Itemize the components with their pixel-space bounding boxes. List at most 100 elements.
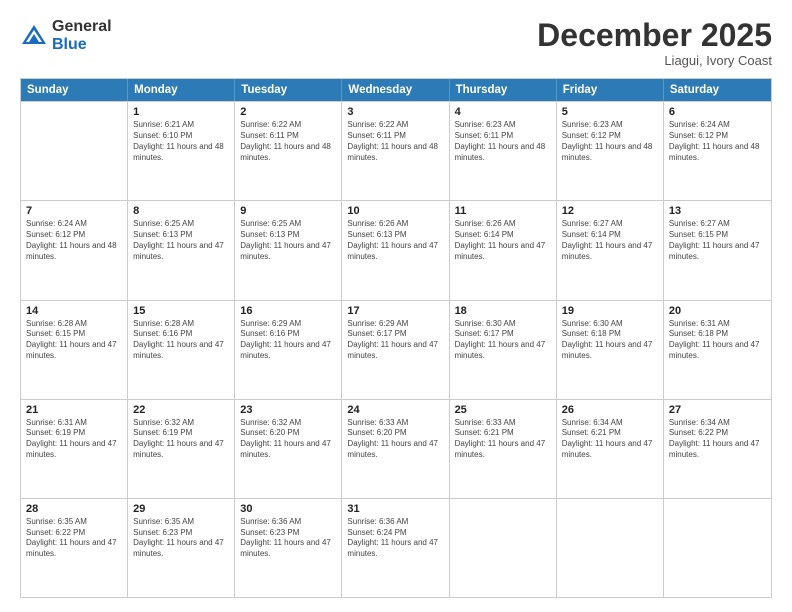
day-info: Sunrise: 6:32 AM Sunset: 6:19 PM Dayligh…: [133, 418, 229, 461]
day-number: 19: [562, 305, 658, 317]
day-number: 25: [455, 404, 551, 416]
day-number: 22: [133, 404, 229, 416]
calendar-week-1: 1 Sunrise: 6:21 AM Sunset: 6:10 PM Daylig…: [21, 101, 771, 200]
calendar-header-saturday: Saturday: [664, 79, 771, 101]
day-info: Sunrise: 6:27 AM Sunset: 6:14 PM Dayligh…: [562, 219, 658, 262]
day-number: 30: [240, 503, 336, 515]
day-info: Sunrise: 6:22 AM Sunset: 6:11 PM Dayligh…: [240, 120, 336, 163]
day-number: 11: [455, 205, 551, 217]
day-info: Sunrise: 6:28 AM Sunset: 6:15 PM Dayligh…: [26, 319, 122, 362]
day-info: Sunrise: 6:33 AM Sunset: 6:21 PM Dayligh…: [455, 418, 551, 461]
calendar-day-25: 25 Sunrise: 6:33 AM Sunset: 6:21 PM Dayli…: [450, 400, 557, 498]
calendar-day-8: 8Sunrise: 6:25 AM Sunset: 6:13 PM Daylig…: [128, 201, 235, 299]
calendar-day-19: 19Sunrise: 6:30 AM Sunset: 6:18 PM Dayli…: [557, 301, 664, 399]
calendar-week-5: 28Sunrise: 6:35 AM Sunset: 6:22 PM Dayli…: [21, 498, 771, 597]
day-number: 12: [562, 205, 658, 217]
calendar-day-30: 30 Sunrise: 6:36 AM Sunset: 6:23 PM Dayli…: [235, 499, 342, 597]
day-number: 1: [133, 106, 229, 118]
calendar-day-12: 12 Sunrise: 6:27 AM Sunset: 6:14 PM Dayli…: [557, 201, 664, 299]
calendar-header-tuesday: Tuesday: [235, 79, 342, 101]
calendar-day-empty: [21, 102, 128, 200]
day-info: Sunrise: 6:24 AM Sunset: 6:12 PM Dayligh…: [669, 120, 766, 163]
day-info: Sunrise: 6:35 AM Sunset: 6:23 PM Dayligh…: [133, 517, 229, 560]
logo-general: General: [52, 18, 112, 36]
calendar-day-2: 2 Sunrise: 6:22 AM Sunset: 6:11 PM Daylig…: [235, 102, 342, 200]
day-info: Sunrise: 6:31 AM Sunset: 6:18 PM Dayligh…: [669, 319, 766, 362]
day-info: Sunrise: 6:34 AM Sunset: 6:22 PM Dayligh…: [669, 418, 766, 461]
day-number: 5: [562, 106, 658, 118]
calendar-day-23: 23Sunrise: 6:32 AM Sunset: 6:20 PM Dayli…: [235, 400, 342, 498]
day-number: 28: [26, 503, 122, 515]
day-info: Sunrise: 6:29 AM Sunset: 6:17 PM Dayligh…: [347, 319, 443, 362]
day-info: Sunrise: 6:23 AM Sunset: 6:11 PM Dayligh…: [455, 120, 551, 163]
calendar-day-3: 3 Sunrise: 6:22 AM Sunset: 6:11 PM Daylig…: [342, 102, 449, 200]
calendar-day-1: 1 Sunrise: 6:21 AM Sunset: 6:10 PM Daylig…: [128, 102, 235, 200]
day-number: 14: [26, 305, 122, 317]
day-info: Sunrise: 6:33 AM Sunset: 6:20 PM Dayligh…: [347, 418, 443, 461]
day-number: 26: [562, 404, 658, 416]
calendar-day-27: 27 Sunrise: 6:34 AM Sunset: 6:22 PM Dayli…: [664, 400, 771, 498]
day-number: 6: [669, 106, 766, 118]
day-number: 18: [455, 305, 551, 317]
day-number: 3: [347, 106, 443, 118]
calendar-header-monday: Monday: [128, 79, 235, 101]
day-info: Sunrise: 6:23 AM Sunset: 6:12 PM Dayligh…: [562, 120, 658, 163]
day-info: Sunrise: 6:26 AM Sunset: 6:14 PM Dayligh…: [455, 219, 551, 262]
day-info: Sunrise: 6:30 AM Sunset: 6:17 PM Dayligh…: [455, 319, 551, 362]
day-number: 21: [26, 404, 122, 416]
day-info: Sunrise: 6:21 AM Sunset: 6:10 PM Dayligh…: [133, 120, 229, 163]
calendar-header-friday: Friday: [557, 79, 664, 101]
logo-text: General Blue: [52, 18, 112, 53]
calendar-week-2: 7Sunrise: 6:24 AM Sunset: 6:12 PM Daylig…: [21, 200, 771, 299]
calendar-day-11: 11 Sunrise: 6:26 AM Sunset: 6:14 PM Dayli…: [450, 201, 557, 299]
calendar-day-6: 6 Sunrise: 6:24 AM Sunset: 6:12 PM Daylig…: [664, 102, 771, 200]
day-info: Sunrise: 6:22 AM Sunset: 6:11 PM Dayligh…: [347, 120, 443, 163]
day-info: Sunrise: 6:36 AM Sunset: 6:23 PM Dayligh…: [240, 517, 336, 560]
calendar-header-thursday: Thursday: [450, 79, 557, 101]
calendar-header-sunday: Sunday: [21, 79, 128, 101]
day-number: 31: [347, 503, 443, 515]
day-number: 23: [240, 404, 336, 416]
calendar-body: 1 Sunrise: 6:21 AM Sunset: 6:10 PM Daylig…: [21, 101, 771, 597]
calendar-day-26: 26 Sunrise: 6:34 AM Sunset: 6:21 PM Dayli…: [557, 400, 664, 498]
calendar-day-31: 31 Sunrise: 6:36 AM Sunset: 6:24 PM Dayli…: [342, 499, 449, 597]
calendar-day-29: 29 Sunrise: 6:35 AM Sunset: 6:23 PM Dayli…: [128, 499, 235, 597]
calendar-day-empty: [557, 499, 664, 597]
day-info: Sunrise: 6:34 AM Sunset: 6:21 PM Dayligh…: [562, 418, 658, 461]
day-number: 15: [133, 305, 229, 317]
calendar-day-13: 13Sunrise: 6:27 AM Sunset: 6:15 PM Dayli…: [664, 201, 771, 299]
day-number: 8: [133, 205, 229, 217]
day-number: 24: [347, 404, 443, 416]
calendar-day-20: 20Sunrise: 6:31 AM Sunset: 6:18 PM Dayli…: [664, 301, 771, 399]
day-number: 16: [240, 305, 336, 317]
day-number: 4: [455, 106, 551, 118]
calendar-day-21: 21Sunrise: 6:31 AM Sunset: 6:19 PM Dayli…: [21, 400, 128, 498]
calendar-day-empty: [664, 499, 771, 597]
calendar-header-wednesday: Wednesday: [342, 79, 449, 101]
calendar-day-22: 22 Sunrise: 6:32 AM Sunset: 6:19 PM Dayli…: [128, 400, 235, 498]
calendar-day-10: 10Sunrise: 6:26 AM Sunset: 6:13 PM Dayli…: [342, 201, 449, 299]
day-info: Sunrise: 6:24 AM Sunset: 6:12 PM Dayligh…: [26, 219, 122, 262]
day-number: 9: [240, 205, 336, 217]
day-number: 13: [669, 205, 766, 217]
calendar-day-16: 16Sunrise: 6:29 AM Sunset: 6:16 PM Dayli…: [235, 301, 342, 399]
day-info: Sunrise: 6:25 AM Sunset: 6:13 PM Dayligh…: [240, 219, 336, 262]
page: General Blue December 2025 Liagui, Ivory…: [0, 0, 792, 612]
location-subtitle: Liagui, Ivory Coast: [537, 53, 772, 68]
calendar-day-5: 5 Sunrise: 6:23 AM Sunset: 6:12 PM Daylig…: [557, 102, 664, 200]
title-block: December 2025 Liagui, Ivory Coast: [537, 18, 772, 68]
calendar-week-3: 14 Sunrise: 6:28 AM Sunset: 6:15 PM Dayli…: [21, 300, 771, 399]
day-info: Sunrise: 6:36 AM Sunset: 6:24 PM Dayligh…: [347, 517, 443, 560]
calendar-day-4: 4 Sunrise: 6:23 AM Sunset: 6:11 PM Daylig…: [450, 102, 557, 200]
calendar-week-4: 21Sunrise: 6:31 AM Sunset: 6:19 PM Dayli…: [21, 399, 771, 498]
day-number: 2: [240, 106, 336, 118]
calendar-day-15: 15Sunrise: 6:28 AM Sunset: 6:16 PM Dayli…: [128, 301, 235, 399]
calendar-day-empty: [450, 499, 557, 597]
calendar-day-28: 28Sunrise: 6:35 AM Sunset: 6:22 PM Dayli…: [21, 499, 128, 597]
day-number: 29: [133, 503, 229, 515]
month-title: December 2025: [537, 18, 772, 53]
day-number: 27: [669, 404, 766, 416]
calendar-header: SundayMondayTuesdayWednesdayThursdayFrid…: [21, 79, 771, 101]
day-number: 10: [347, 205, 443, 217]
logo: General Blue: [20, 18, 112, 53]
